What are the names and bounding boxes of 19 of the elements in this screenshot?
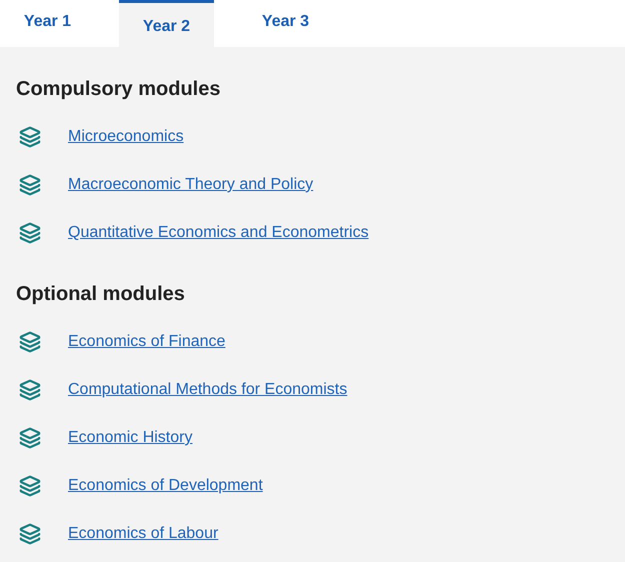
layers-icon <box>19 126 41 148</box>
module-link[interactable]: Economics of Development <box>68 474 263 498</box>
tab[interactable]: Year 2 <box>119 0 214 47</box>
module-link[interactable]: Economics of Labour <box>68 522 218 546</box>
module-link[interactable]: Economic History <box>68 426 192 450</box>
module-link[interactable]: Computational Methods for Economists <box>68 378 348 402</box>
layers-icon <box>19 475 41 497</box>
layers-icon <box>19 331 41 353</box>
module-link[interactable]: Economics of Finance <box>68 330 226 354</box>
layers-icon <box>19 379 41 401</box>
section-heading: Optional modules <box>16 282 186 306</box>
layers-icon <box>19 222 41 244</box>
module-link[interactable]: Quantitative Economics and Econometrics <box>68 221 369 245</box>
module-link[interactable]: Microeconomics <box>68 125 184 149</box>
layers-icon <box>19 427 41 449</box>
layers-icon <box>19 174 41 196</box>
section-heading: Compulsory modules <box>16 77 222 101</box>
module-link[interactable]: Macroeconomic Theory and Policy <box>68 173 314 197</box>
layers-icon <box>19 523 41 545</box>
